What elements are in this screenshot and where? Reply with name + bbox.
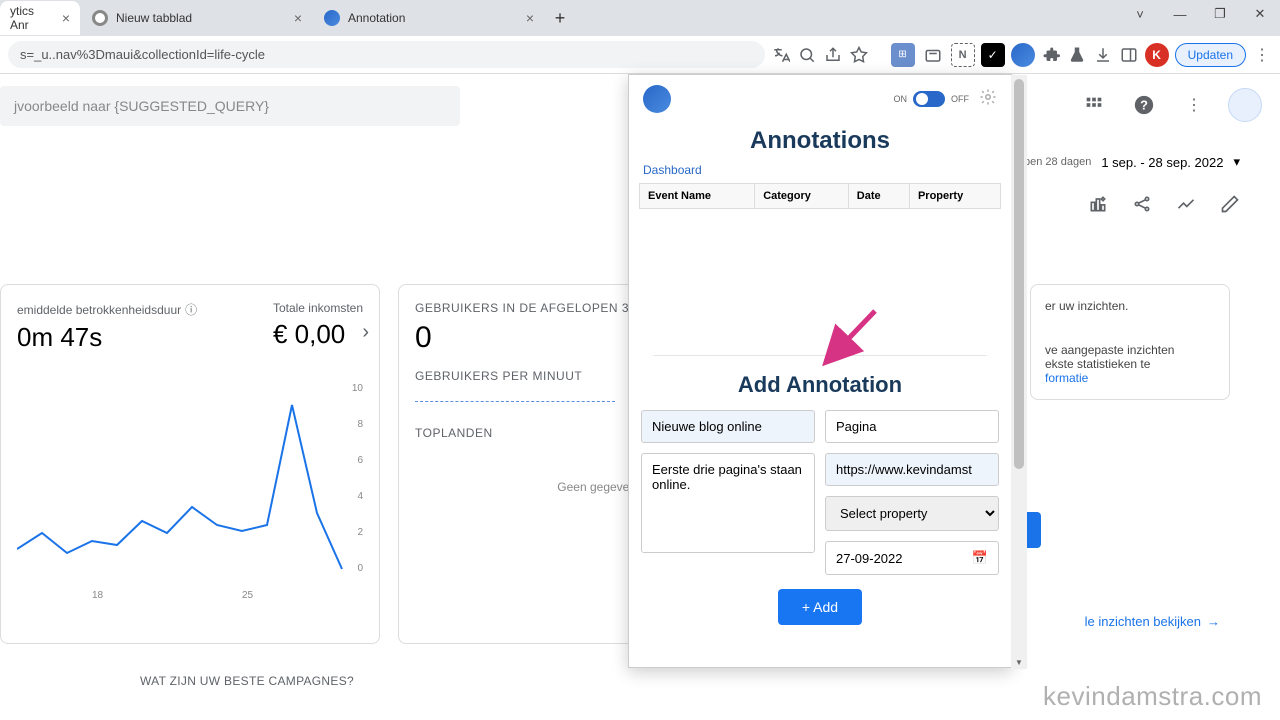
chrome-icon	[92, 10, 108, 26]
insights-card: er uw inzichten. ve aangepaste inzichten…	[1030, 284, 1230, 400]
chevron-down-icon: ▾	[1233, 154, 1240, 170]
dashboard-link[interactable]: Dashboard	[629, 155, 1011, 183]
add-annotation-title: Add Annotation	[629, 372, 1011, 398]
extensions-icon[interactable]	[1041, 45, 1061, 65]
annotations-table: Event Name Category Date Property	[639, 183, 1001, 209]
date-range-main: 1 sep. - 28 sep. 2022	[1101, 155, 1223, 170]
sidepanel-icon[interactable]	[1119, 45, 1139, 65]
view-insights-link[interactable]: le inzichten bekijken →	[1085, 614, 1220, 629]
tab-newtab[interactable]: Nieuw tabblad ×	[82, 1, 312, 35]
popup-logo	[643, 85, 671, 113]
popup-title: Annotations	[629, 127, 1011, 155]
search-input[interactable]: jvoorbeeld naar {SUGGESTED_QUERY}	[0, 86, 460, 126]
tab-analytics[interactable]: ytics Anr ×	[0, 1, 80, 35]
property-select[interactable]: Select property	[825, 496, 999, 531]
new-tab-button[interactable]: +	[546, 4, 574, 32]
info-icon[interactable]: ⓘ	[185, 301, 197, 318]
window-close[interactable]: ✕	[1240, 0, 1280, 28]
chrome-menu-icon[interactable]: ⋮	[1252, 45, 1272, 65]
compare-icon[interactable]	[1176, 194, 1196, 219]
arrow-right-icon: →	[1207, 614, 1220, 629]
share-icon[interactable]	[823, 45, 843, 65]
popup-scrollbar[interactable]: ▲ ▼	[1011, 75, 1027, 669]
metric-value: 0m 47s	[17, 322, 197, 353]
insights-icon[interactable]	[1088, 194, 1108, 219]
svg-text:?: ?	[1140, 98, 1148, 113]
tab-label: Annotation	[348, 11, 518, 25]
tab-label: ytics Anr	[10, 4, 54, 32]
gear-icon[interactable]	[979, 88, 997, 111]
labs-icon[interactable]	[1067, 45, 1087, 65]
event-name-input[interactable]	[641, 410, 815, 443]
window-minimize[interactable]: —	[1160, 0, 1200, 28]
ext-icon-2[interactable]	[921, 43, 945, 67]
bookmark-icon[interactable]	[849, 45, 869, 65]
scroll-down-icon[interactable]: ▼	[1011, 655, 1027, 669]
calendar-icon: 📅	[972, 550, 988, 566]
next-arrow-icon[interactable]: ›	[362, 321, 369, 344]
line-chart: 10 8 6 4 2 0 18 25	[17, 383, 363, 583]
metric-label: Totale inkomsten	[273, 301, 363, 315]
share-icon[interactable]	[1132, 194, 1152, 219]
page-content: jvoorbeeld naar {SUGGESTED_QUERY} ? ⋮ el…	[0, 74, 1280, 720]
scroll-thumb[interactable]	[1014, 79, 1024, 469]
url-input[interactable]: s=_u..nav%3Dmaui&collectionId=life-cycle	[8, 41, 765, 68]
date-input[interactable]: 27-09-2022 📅	[825, 541, 999, 575]
add-button[interactable]: + Add	[778, 589, 862, 625]
account-avatar[interactable]	[1228, 88, 1262, 122]
close-icon[interactable]: ×	[62, 10, 70, 26]
ext-icon-1[interactable]: ⊞	[891, 43, 915, 67]
download-icon[interactable]	[1093, 45, 1113, 65]
campaigns-heading: WAT ZIJN UW BESTE CAMPAGNES?	[140, 674, 354, 688]
ext-icon-4[interactable]: ✓	[981, 43, 1005, 67]
tab-annotation[interactable]: Annotation ×	[314, 1, 544, 35]
metric-label: emiddelde betrokkenheidsduur ⓘ	[17, 301, 197, 318]
edit-icon[interactable]	[1220, 194, 1240, 219]
metric-value: € 0,00	[273, 319, 363, 350]
close-icon[interactable]: ×	[294, 10, 302, 26]
zoom-icon[interactable]	[797, 45, 817, 65]
description-input[interactable]	[641, 453, 815, 553]
apps-icon[interactable]	[1078, 89, 1110, 121]
tab-strip: ytics Anr × Nieuw tabblad × Annotation ×…	[0, 0, 1280, 36]
ext-icon-annotation[interactable]	[1011, 43, 1035, 67]
profile-avatar[interactable]: K	[1145, 43, 1169, 67]
chrome-tab-menu[interactable]: ˅	[1120, 0, 1160, 28]
ext-icon-3[interactable]: N	[951, 43, 975, 67]
toggle-switch[interactable]	[913, 91, 945, 107]
annotation-arrow	[817, 303, 887, 373]
address-bar: s=_u..nav%3Dmaui&collectionId=life-cycle…	[0, 36, 1280, 74]
update-button[interactable]: Updaten	[1175, 43, 1246, 67]
engagement-card: emiddelde betrokkenheidsduur ⓘ 0m 47s To…	[0, 284, 380, 644]
more-icon[interactable]: ⋮	[1178, 89, 1210, 121]
help-icon[interactable]: ?	[1128, 89, 1160, 121]
translate-icon[interactable]	[771, 45, 791, 65]
window-maximize[interactable]: ❐	[1200, 0, 1240, 28]
annotation-popup: ON OFF Annotations Dashboard Event Name …	[628, 74, 1012, 668]
url-input[interactable]	[825, 453, 999, 486]
date-range-picker[interactable]: elopen 28 dagen 1 sep. - 28 sep. 2022 ▾	[1009, 154, 1240, 170]
tab-label: Nieuw tabblad	[116, 11, 286, 25]
info-link[interactable]: formatie	[1045, 371, 1088, 385]
category-input[interactable]	[825, 410, 999, 443]
watermark: kevindamstra.com	[1043, 681, 1262, 712]
close-icon[interactable]: ×	[526, 10, 534, 26]
annotation-ext-icon	[324, 10, 340, 26]
